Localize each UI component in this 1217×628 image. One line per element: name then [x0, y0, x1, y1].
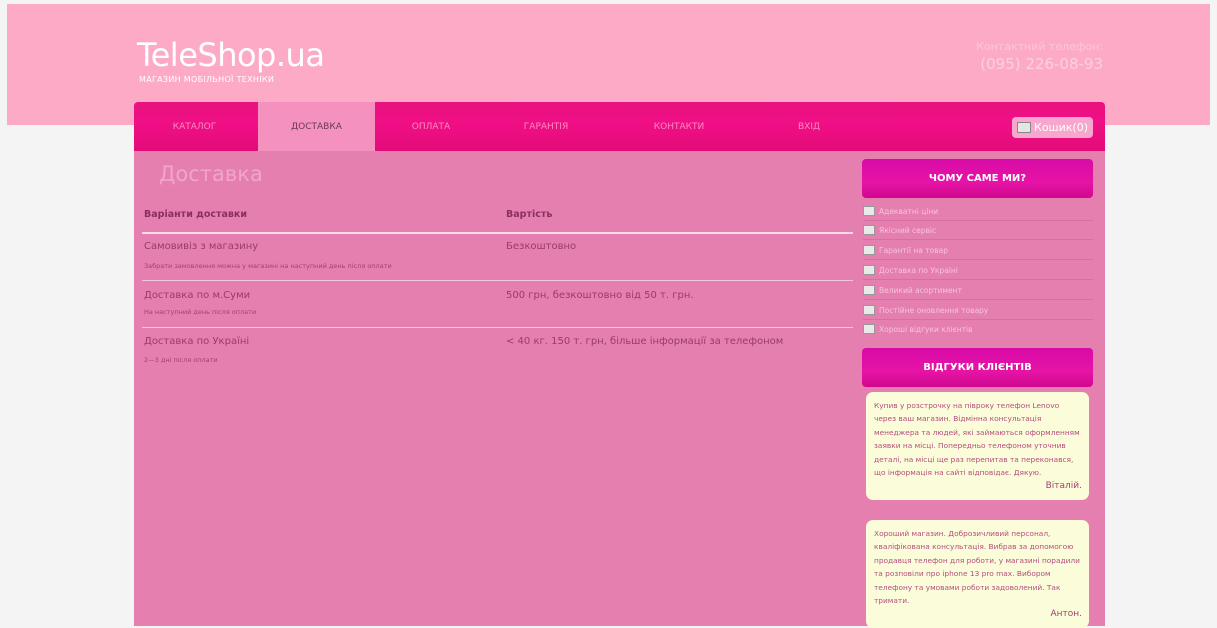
nav-delivery[interactable]: Доставка [258, 102, 375, 151]
row-divider [142, 327, 853, 328]
benefit-label: Доставка по Україні [879, 265, 958, 275]
nav-warranty[interactable]: Гарантія [496, 102, 596, 151]
why-us-header: Чому саме ми? [862, 159, 1093, 198]
cart-label: Кошик(0) [1034, 121, 1088, 134]
review-card: Купив у розстрочку на півроку телефон Le… [866, 392, 1089, 500]
benefit-item[interactable]: Гарантії на товар [863, 241, 1093, 260]
delivery-row-price: 500 грн, безкоштовно від 50 т. грн. [506, 290, 694, 301]
delivery-row-subtitle: На наступний день після оплати [144, 308, 257, 316]
delivery-row-subtitle: Забрати замовлення можна у магазині на н… [144, 262, 392, 270]
benefit-item[interactable]: Доставка по Україні [863, 261, 1093, 280]
benefit-label: Хороші відгуки клієнтів [879, 324, 973, 334]
column-delivery-options: Варіанти доставки [144, 209, 248, 220]
benefit-label: Постійне оновлення товару [879, 305, 989, 315]
nav-payment[interactable]: Оплата [386, 102, 476, 151]
site-logo[interactable]: TeleShop.ua [137, 38, 325, 72]
delivery-row-title: Доставка по Україні [144, 336, 250, 347]
benefit-image-icon [863, 225, 875, 235]
delivery-row-title: Доставка по м.Суми [144, 290, 251, 301]
benefit-image-icon [863, 265, 875, 275]
review-author: Антон. [1050, 609, 1082, 620]
reviews-header: Відгуки клієнтів [862, 348, 1093, 387]
row-divider [142, 280, 853, 281]
review-text: Купив у розстрочку на півроку телефон Le… [874, 401, 1080, 478]
header-divider [142, 232, 853, 234]
nav-contacts[interactable]: Контакти [629, 102, 729, 151]
review-author: Віталій. [1045, 481, 1082, 492]
benefit-item[interactable]: Якісний сервіс [863, 221, 1093, 240]
benefit-label: Адекватні ціни [879, 206, 939, 216]
cart-button[interactable]: Кошик(0) [1012, 117, 1093, 138]
delivery-row-price: < 40 кг. 150 т. грн, більше інформації з… [506, 336, 784, 347]
cart-icon [1017, 122, 1032, 133]
benefit-image-icon [863, 206, 875, 216]
benefit-label: Гарантії на товар [879, 245, 948, 255]
page-title: Доставка [159, 162, 263, 186]
benefit-item[interactable]: Великий асортимент [863, 281, 1093, 300]
review-text: Хороший магазин. Доброзичливий персонал,… [874, 529, 1080, 606]
column-cost: Вартість [506, 209, 553, 220]
nav-login[interactable]: Вхід [774, 102, 844, 151]
delivery-row-title: Самовивіз з магазину [144, 241, 259, 252]
delivery-row-subtitle: 2—3 дні після оплати [144, 356, 218, 364]
benefit-item[interactable]: Хороші відгуки клієнтів [863, 320, 1093, 338]
phone-number: (095) 226-08-93 [980, 55, 1103, 73]
phone-label: Контактний телефон: [976, 40, 1103, 53]
delivery-row-price: Безкоштовно [506, 241, 577, 252]
content-area: Доставка Варіанти доставки Вартість Само… [134, 151, 1105, 628]
benefit-item[interactable]: Постійне оновлення товару [863, 301, 1093, 320]
benefit-label: Великий асортимент [879, 285, 962, 295]
benefit-label: Якісний сервіс [879, 225, 937, 235]
benefit-image-icon [863, 245, 875, 255]
benefit-image-icon [863, 305, 875, 315]
review-card: Хороший магазин. Доброзичливий персонал,… [866, 520, 1089, 628]
nav-catalog[interactable]: Каталог [146, 102, 243, 151]
benefit-image-icon [863, 285, 875, 295]
benefit-item[interactable]: Адекватні ціни [863, 202, 1093, 221]
main-navigation: Каталог Доставка Оплата Гарантія Контакт… [134, 102, 1105, 151]
site-tagline: МАГАЗИН МОБІЛЬНОЇ ТЕХНІКИ [139, 75, 275, 84]
benefit-image-icon [863, 324, 875, 334]
